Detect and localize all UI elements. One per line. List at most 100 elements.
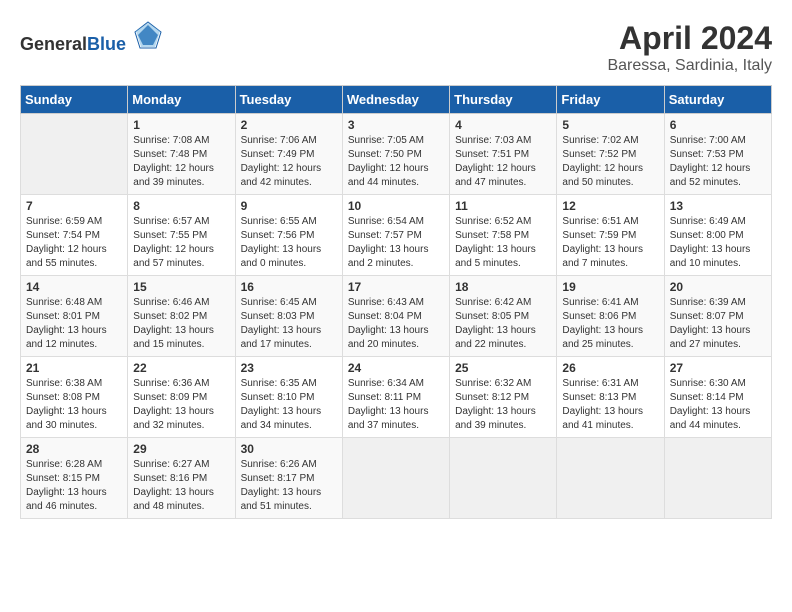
table-row: 4 Sunrise: 7:03 AM Sunset: 7:51 PM Dayli… — [450, 114, 557, 195]
day-number: 5 — [562, 118, 658, 132]
sunrise-text: Sunrise: 6:36 AM — [133, 378, 209, 389]
day-info: Sunrise: 6:39 AM Sunset: 8:07 PM Dayligh… — [670, 296, 766, 352]
sunset-text: Sunset: 8:01 PM — [26, 311, 100, 322]
sunset-text: Sunset: 8:11 PM — [348, 392, 421, 403]
day-info: Sunrise: 6:31 AM Sunset: 8:13 PM Dayligh… — [562, 377, 658, 433]
month-year-title: April 2024 — [607, 20, 772, 57]
sunset-text: Sunset: 8:07 PM — [670, 311, 744, 322]
sunrise-text: Sunrise: 7:00 AM — [670, 135, 746, 146]
sunrise-text: Sunrise: 7:05 AM — [348, 135, 424, 146]
sunrise-text: Sunrise: 6:28 AM — [26, 459, 102, 470]
day-number: 29 — [133, 442, 229, 456]
sunset-text: Sunset: 7:57 PM — [348, 230, 422, 241]
table-row: 22 Sunrise: 6:36 AM Sunset: 8:09 PM Dayl… — [128, 357, 235, 438]
table-row: 26 Sunrise: 6:31 AM Sunset: 8:13 PM Dayl… — [557, 357, 664, 438]
sunset-text: Sunset: 8:17 PM — [241, 473, 315, 484]
daylight-text: Daylight: 13 hours and 39 minutes. — [455, 406, 536, 431]
table-row: 6 Sunrise: 7:00 AM Sunset: 7:53 PM Dayli… — [664, 114, 771, 195]
sunset-text: Sunset: 7:58 PM — [455, 230, 529, 241]
sunset-text: Sunset: 7:49 PM — [241, 149, 315, 160]
sunrise-text: Sunrise: 6:43 AM — [348, 297, 424, 308]
sunrise-text: Sunrise: 6:27 AM — [133, 459, 209, 470]
table-row: 9 Sunrise: 6:55 AM Sunset: 7:56 PM Dayli… — [235, 195, 342, 276]
daylight-text: Daylight: 12 hours and 44 minutes. — [348, 163, 429, 188]
logo: GeneralBlue — [20, 20, 163, 55]
day-info: Sunrise: 6:34 AM Sunset: 8:11 PM Dayligh… — [348, 377, 444, 433]
sunrise-text: Sunrise: 6:48 AM — [26, 297, 102, 308]
header-thursday: Thursday — [450, 86, 557, 114]
sunset-text: Sunset: 7:56 PM — [241, 230, 315, 241]
table-row: 21 Sunrise: 6:38 AM Sunset: 8:08 PM Dayl… — [21, 357, 128, 438]
sunrise-text: Sunrise: 6:57 AM — [133, 216, 209, 227]
table-row — [21, 114, 128, 195]
sunrise-text: Sunrise: 6:54 AM — [348, 216, 424, 227]
sunrise-text: Sunrise: 7:03 AM — [455, 135, 531, 146]
daylight-text: Daylight: 13 hours and 7 minutes. — [562, 244, 643, 269]
daylight-text: Daylight: 13 hours and 41 minutes. — [562, 406, 643, 431]
sunset-text: Sunset: 8:12 PM — [455, 392, 529, 403]
table-row: 13 Sunrise: 6:49 AM Sunset: 8:00 PM Dayl… — [664, 195, 771, 276]
daylight-text: Daylight: 13 hours and 15 minutes. — [133, 325, 214, 350]
sunset-text: Sunset: 7:53 PM — [670, 149, 744, 160]
sunrise-text: Sunrise: 6:26 AM — [241, 459, 317, 470]
sunset-text: Sunset: 8:08 PM — [26, 392, 100, 403]
table-row: 28 Sunrise: 6:28 AM Sunset: 8:15 PM Dayl… — [21, 438, 128, 519]
day-number: 15 — [133, 280, 229, 294]
table-row: 16 Sunrise: 6:45 AM Sunset: 8:03 PM Dayl… — [235, 276, 342, 357]
header-friday: Friday — [557, 86, 664, 114]
day-info: Sunrise: 6:52 AM Sunset: 7:58 PM Dayligh… — [455, 215, 551, 271]
day-number: 4 — [455, 118, 551, 132]
daylight-text: Daylight: 12 hours and 55 minutes. — [26, 244, 107, 269]
sunset-text: Sunset: 8:06 PM — [562, 311, 636, 322]
table-row: 3 Sunrise: 7:05 AM Sunset: 7:50 PM Dayli… — [342, 114, 449, 195]
table-row: 27 Sunrise: 6:30 AM Sunset: 8:14 PM Dayl… — [664, 357, 771, 438]
daylight-text: Daylight: 12 hours and 57 minutes. — [133, 244, 214, 269]
day-number: 26 — [562, 361, 658, 375]
header-wednesday: Wednesday — [342, 86, 449, 114]
daylight-text: Daylight: 13 hours and 51 minutes. — [241, 487, 322, 512]
day-info: Sunrise: 7:03 AM Sunset: 7:51 PM Dayligh… — [455, 134, 551, 190]
sunset-text: Sunset: 8:02 PM — [133, 311, 207, 322]
day-info: Sunrise: 7:02 AM Sunset: 7:52 PM Dayligh… — [562, 134, 658, 190]
sunrise-text: Sunrise: 7:06 AM — [241, 135, 317, 146]
day-info: Sunrise: 6:38 AM Sunset: 8:08 PM Dayligh… — [26, 377, 122, 433]
day-info: Sunrise: 6:43 AM Sunset: 8:04 PM Dayligh… — [348, 296, 444, 352]
sunset-text: Sunset: 8:13 PM — [562, 392, 636, 403]
day-info: Sunrise: 6:48 AM Sunset: 8:01 PM Dayligh… — [26, 296, 122, 352]
sunset-text: Sunset: 7:59 PM — [562, 230, 636, 241]
page-header: GeneralBlue April 2024 Baressa, Sardinia… — [20, 20, 772, 75]
daylight-text: Daylight: 13 hours and 37 minutes. — [348, 406, 429, 431]
daylight-text: Daylight: 13 hours and 34 minutes. — [241, 406, 322, 431]
daylight-text: Daylight: 13 hours and 10 minutes. — [670, 244, 751, 269]
day-number: 25 — [455, 361, 551, 375]
daylight-text: Daylight: 12 hours and 50 minutes. — [562, 163, 643, 188]
sunrise-text: Sunrise: 6:59 AM — [26, 216, 102, 227]
header-tuesday: Tuesday — [235, 86, 342, 114]
calendar-week-row: 1 Sunrise: 7:08 AM Sunset: 7:48 PM Dayli… — [21, 114, 772, 195]
sunrise-text: Sunrise: 7:02 AM — [562, 135, 638, 146]
daylight-text: Daylight: 13 hours and 30 minutes. — [26, 406, 107, 431]
day-number: 9 — [241, 199, 337, 213]
table-row: 11 Sunrise: 6:52 AM Sunset: 7:58 PM Dayl… — [450, 195, 557, 276]
day-info: Sunrise: 7:05 AM Sunset: 7:50 PM Dayligh… — [348, 134, 444, 190]
daylight-text: Daylight: 12 hours and 47 minutes. — [455, 163, 536, 188]
calendar-header-row: Sunday Monday Tuesday Wednesday Thursday… — [21, 86, 772, 114]
day-info: Sunrise: 6:51 AM Sunset: 7:59 PM Dayligh… — [562, 215, 658, 271]
sunrise-text: Sunrise: 6:51 AM — [562, 216, 638, 227]
table-row: 20 Sunrise: 6:39 AM Sunset: 8:07 PM Dayl… — [664, 276, 771, 357]
calendar-week-row: 7 Sunrise: 6:59 AM Sunset: 7:54 PM Dayli… — [21, 195, 772, 276]
day-number: 8 — [133, 199, 229, 213]
sunset-text: Sunset: 8:15 PM — [26, 473, 100, 484]
daylight-text: Daylight: 13 hours and 0 minutes. — [241, 244, 322, 269]
sunset-text: Sunset: 8:04 PM — [348, 311, 422, 322]
daylight-text: Daylight: 12 hours and 52 minutes. — [670, 163, 751, 188]
day-number: 30 — [241, 442, 337, 456]
daylight-text: Daylight: 13 hours and 17 minutes. — [241, 325, 322, 350]
table-row — [450, 438, 557, 519]
table-row: 10 Sunrise: 6:54 AM Sunset: 7:57 PM Dayl… — [342, 195, 449, 276]
day-number: 6 — [670, 118, 766, 132]
logo-general: General — [20, 34, 87, 54]
daylight-text: Daylight: 13 hours and 5 minutes. — [455, 244, 536, 269]
table-row — [557, 438, 664, 519]
day-number: 27 — [670, 361, 766, 375]
